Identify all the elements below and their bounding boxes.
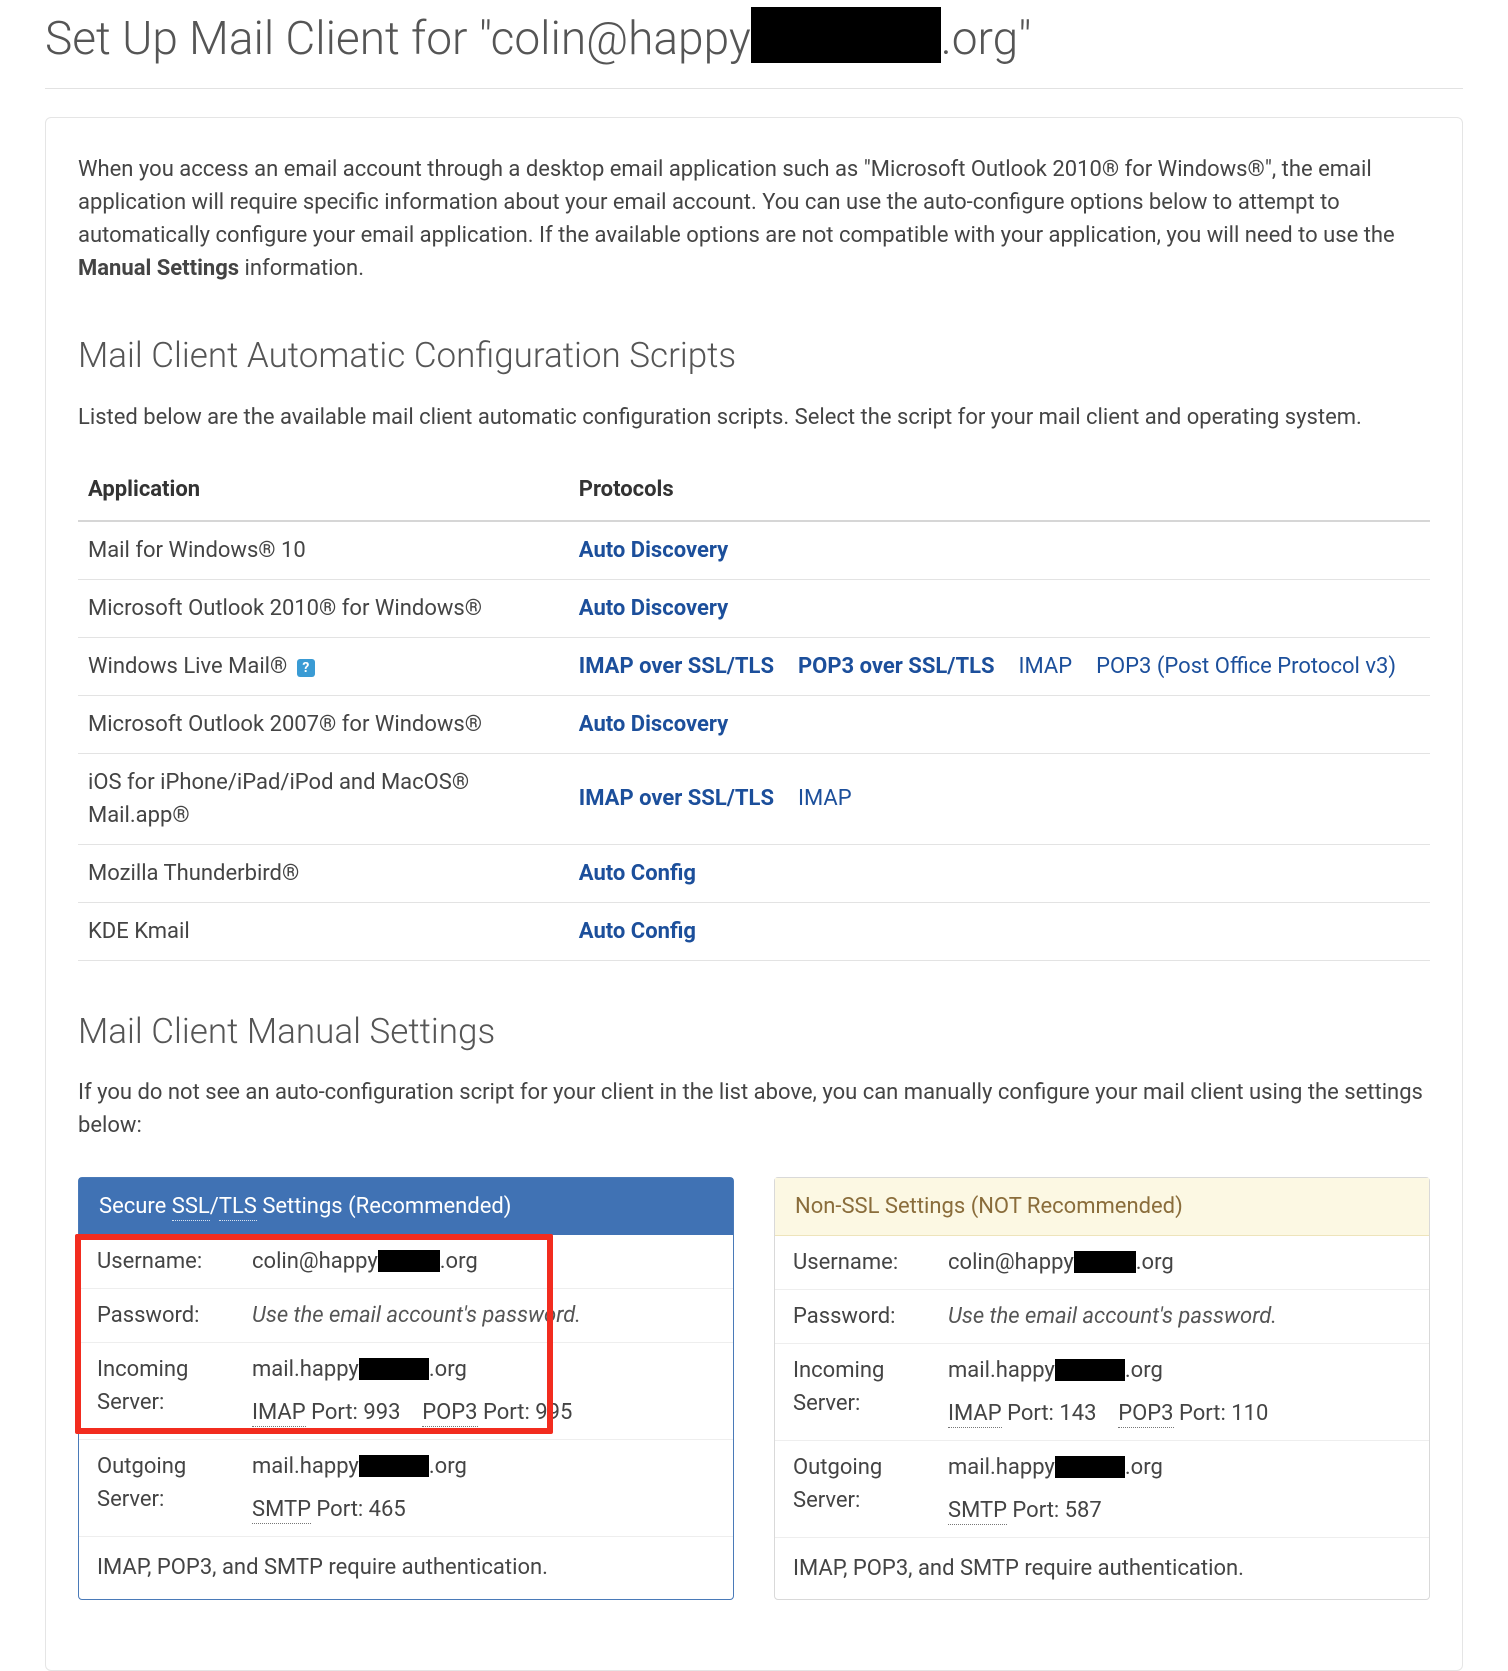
pop3-abbr: POP3 xyxy=(422,1400,477,1427)
table-row: Microsoft Outlook 2007® for Windows® Auto… xyxy=(78,695,1430,753)
auto-config-heading: Mail Client Automatic Configuration Scri… xyxy=(78,330,1430,383)
nonssl-auth-note: IMAP, POP3, and SMTP require authenticat… xyxy=(775,1537,1429,1599)
nonssl-password-hint: Use the email account's password. xyxy=(948,1304,1277,1329)
redaction xyxy=(1074,1251,1136,1273)
imap-abbr: IMAP xyxy=(252,1400,306,1427)
protocol-link[interactable]: Auto Discovery xyxy=(579,712,728,737)
nonssl-incoming-host: mail.happy.org xyxy=(948,1354,1411,1387)
page-title-post: .org" xyxy=(941,12,1032,66)
manual-heading: Mail Client Manual Settings xyxy=(78,1006,1430,1059)
main-card: When you access an email account through… xyxy=(45,117,1463,1671)
protocol-link[interactable]: IMAP xyxy=(1019,654,1073,679)
ssl-password-row: Password: Use the email account's passwo… xyxy=(79,1288,733,1342)
intro-text: When you access an email account through… xyxy=(78,153,1430,285)
nonssl-outgoing-host: mail.happy.org xyxy=(948,1451,1411,1484)
table-row: Microsoft Outlook 2010® for Windows® Auto… xyxy=(78,579,1430,637)
protocols-cell: Auto Discovery xyxy=(569,521,1430,580)
th-application: Application xyxy=(78,459,569,521)
ssl-username-row: Username: colin@happy.org xyxy=(79,1235,733,1288)
protocols-cell: Auto Config xyxy=(569,902,1430,960)
protocol-link[interactable]: IMAP xyxy=(798,786,852,811)
table-row: iOS for iPhone/iPad/iPod and MacOS® Mail… xyxy=(78,753,1430,844)
manual-sub: If you do not see an auto-configuration … xyxy=(78,1076,1430,1142)
app-cell: Microsoft Outlook 2007® for Windows® xyxy=(78,695,569,753)
protocol-link[interactable]: POP3 (Post Office Protocol v3) xyxy=(1096,654,1396,679)
app-cell: iOS for iPhone/iPad/iPod and MacOS® Mail… xyxy=(78,753,569,844)
protocols-cell: Auto Discovery xyxy=(569,695,1430,753)
table-row: KDE Kmail Auto Config xyxy=(78,902,1430,960)
protocols-cell: IMAP over SSL/TLS IMAP xyxy=(569,753,1430,844)
redaction xyxy=(378,1250,440,1272)
protocol-link[interactable]: Auto Config xyxy=(579,861,696,886)
protocol-link[interactable]: IMAP over SSL/TLS xyxy=(579,786,774,811)
redaction xyxy=(1055,1359,1125,1381)
nonssl-pop3-port: Port: 110 xyxy=(1174,1401,1269,1426)
ssl-username-value: colin@happy.org xyxy=(252,1245,715,1278)
redaction xyxy=(1055,1456,1125,1478)
ssl-outgoing-host: mail.happy.org xyxy=(252,1450,715,1483)
page-title: Set Up Mail Client for "colin@happy .org" xyxy=(45,5,1463,74)
app-cell: Windows Live Mail® ? xyxy=(78,637,569,695)
app-cell: Mozilla Thunderbird® xyxy=(78,844,569,902)
nonssl-outgoing-row: Outgoing Server: mail.happy.org SMTP Por… xyxy=(775,1440,1429,1537)
ssl-abbr: SSL xyxy=(172,1194,210,1221)
table-row: Mozilla Thunderbird® Auto Config xyxy=(78,844,1430,902)
app-cell: KDE Kmail xyxy=(78,902,569,960)
ssl-smtp-port: Port: 465 xyxy=(311,1497,406,1522)
pop3-abbr: POP3 xyxy=(1118,1401,1173,1428)
protocols-cell: IMAP over SSL/TLS POP3 over SSL/TLS IMAP PO… xyxy=(569,637,1430,695)
nonssl-username-value: colin@happy.org xyxy=(948,1246,1411,1279)
nonssl-password-row: Password: Use the email account's passwo… xyxy=(775,1289,1429,1343)
nonssl-panel-head: Non-SSL Settings (NOT Recommended) xyxy=(775,1178,1429,1236)
tls-abbr: TLS xyxy=(219,1194,257,1221)
ssl-panel: Secure SSL/TLS Settings (Recommended) Us… xyxy=(78,1177,734,1600)
redaction xyxy=(359,1358,429,1380)
nonssl-incoming-row: Incoming Server: mail.happy.org IMAP Por… xyxy=(775,1343,1429,1440)
protocol-link[interactable]: Auto Discovery xyxy=(579,538,728,563)
nonssl-panel: Non-SSL Settings (NOT Recommended) Usern… xyxy=(774,1177,1430,1600)
protocol-link[interactable]: POP3 over SSL/TLS xyxy=(798,654,995,679)
ssl-pop3-port: Port: 995 xyxy=(478,1400,573,1425)
nonssl-username-row: Username: colin@happy.org xyxy=(775,1236,1429,1289)
nonssl-imap-port: Port: 143 xyxy=(1002,1401,1097,1426)
ssl-incoming-host: mail.happy.org xyxy=(252,1353,715,1386)
protocol-link[interactable]: Auto Discovery xyxy=(579,596,728,621)
imap-abbr: IMAP xyxy=(948,1401,1002,1428)
ssl-password-hint: Use the email account's password. xyxy=(252,1303,581,1328)
ssl-auth-note: IMAP, POP3, and SMTP require authenticat… xyxy=(79,1536,733,1598)
nonssl-smtp-port: Port: 587 xyxy=(1007,1498,1102,1523)
scripts-table: Application Protocols Mail for Windows® … xyxy=(78,459,1430,961)
redaction xyxy=(751,7,941,63)
ssl-incoming-row: Incoming Server: mail.happy.org IMAP Por… xyxy=(79,1342,733,1439)
app-cell: Mail for Windows® 10 xyxy=(78,521,569,580)
auto-config-sub: Listed below are the available mail clie… xyxy=(78,401,1430,434)
protocol-link[interactable]: Auto Config xyxy=(579,919,696,944)
protocol-link[interactable]: IMAP over SSL/TLS xyxy=(579,654,774,679)
ssl-outgoing-row: Outgoing Server: mail.happy.org SMTP Por… xyxy=(79,1439,733,1536)
ssl-imap-port: Port: 993 xyxy=(306,1400,401,1425)
redaction xyxy=(359,1455,429,1477)
table-row: Mail for Windows® 10 Auto Discovery xyxy=(78,521,1430,580)
smtp-abbr: SMTP xyxy=(252,1497,311,1524)
help-icon[interactable]: ? xyxy=(297,659,315,677)
table-row: Windows Live Mail® ? IMAP over SSL/TLS POP… xyxy=(78,637,1430,695)
smtp-abbr: SMTP xyxy=(948,1498,1007,1525)
app-cell: Microsoft Outlook 2010® for Windows® xyxy=(78,579,569,637)
protocols-cell: Auto Discovery xyxy=(569,579,1430,637)
ssl-panel-head: Secure SSL/TLS Settings (Recommended) xyxy=(79,1178,733,1235)
protocols-cell: Auto Config xyxy=(569,844,1430,902)
page-title-pre: Set Up Mail Client for "colin@happy xyxy=(45,12,751,66)
th-protocols: Protocols xyxy=(569,459,1430,521)
